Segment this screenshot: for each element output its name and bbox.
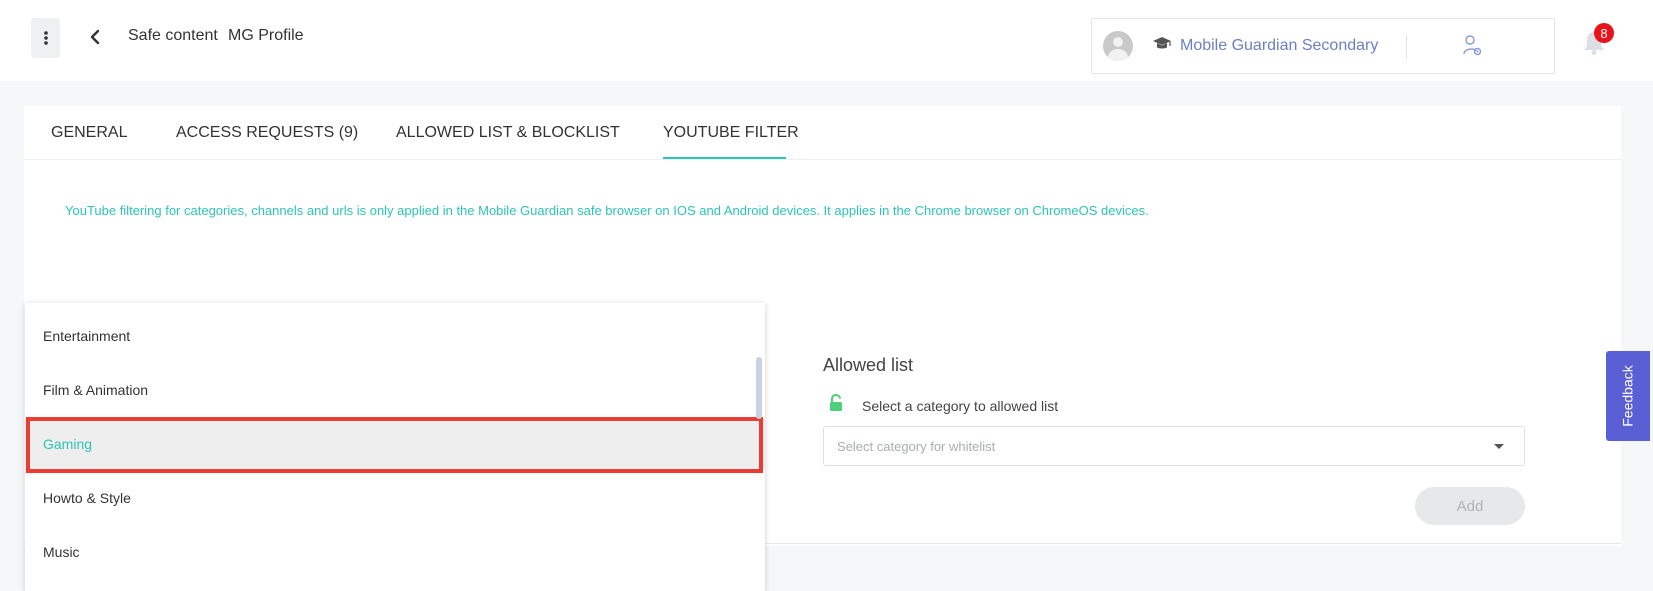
add-button[interactable]: Add bbox=[1415, 487, 1525, 525]
dropdown-option-gaming[interactable]: Gaming bbox=[25, 417, 765, 471]
graduation-cap-icon bbox=[1153, 37, 1171, 49]
school-profile-box[interactable]: Mobile Guardian Secondary bbox=[1091, 18, 1555, 74]
feedback-button[interactable]: Feedback bbox=[1606, 351, 1650, 441]
dropdown-option-entertainment[interactable]: Entertainment bbox=[25, 309, 765, 363]
profile-box-divider bbox=[1406, 35, 1407, 59]
feedback-label: Feedback bbox=[1620, 365, 1637, 427]
tab-bar: GENERAL ACCESS REQUESTS (9) ALLOWED LIST… bbox=[24, 106, 1621, 160]
avatar bbox=[1103, 31, 1133, 61]
category-dropdown-list[interactable]: Entertainment Film & Animation Gaming Ho… bbox=[25, 303, 765, 591]
dropdown-option-howto-style[interactable]: Howto & Style bbox=[25, 471, 765, 525]
vertical-dots-icon bbox=[43, 31, 48, 45]
dropdown-option-music[interactable]: Music bbox=[25, 525, 765, 579]
tab-allowed-blocklist[interactable]: ALLOWED LIST & BLOCKLIST bbox=[396, 124, 620, 142]
breadcrumb-safe-content[interactable]: Safe content bbox=[128, 27, 218, 45]
breadcrumb-profile: MG Profile bbox=[228, 27, 304, 44]
dropdown-option-film-animation[interactable]: Film & Animation bbox=[25, 363, 765, 417]
unlock-icon bbox=[830, 394, 842, 411]
more-menu-button[interactable] bbox=[31, 18, 60, 58]
tab-youtube-filter[interactable]: YOUTUBE FILTER bbox=[663, 124, 799, 142]
dropdown-scrollbar[interactable] bbox=[756, 357, 762, 419]
user-settings-icon[interactable] bbox=[1462, 34, 1484, 58]
category-select-placeholder: Select category for whitelist bbox=[837, 439, 996, 454]
youtube-filter-notice: YouTube filtering for categories, channe… bbox=[65, 203, 1149, 218]
active-tab-indicator bbox=[663, 157, 786, 159]
chevron-left-icon bbox=[90, 29, 100, 45]
notification-count-badge: 8 bbox=[1594, 23, 1614, 43]
tab-access-requests[interactable]: ACCESS REQUESTS (9) bbox=[176, 124, 358, 142]
allowed-list-subtitle: Select a category to allowed list bbox=[862, 398, 1059, 414]
caret-down-icon bbox=[1494, 444, 1504, 449]
top-header: Safe content MG Profile Mobile Guardian … bbox=[0, 0, 1653, 81]
tab-general[interactable]: GENERAL bbox=[51, 124, 127, 142]
school-name[interactable]: Mobile Guardian Secondary bbox=[1180, 37, 1378, 55]
allowed-list-title: Allowed list bbox=[823, 355, 914, 375]
back-button[interactable] bbox=[85, 26, 105, 48]
category-select[interactable]: Select category for whitelist bbox=[823, 426, 1525, 466]
